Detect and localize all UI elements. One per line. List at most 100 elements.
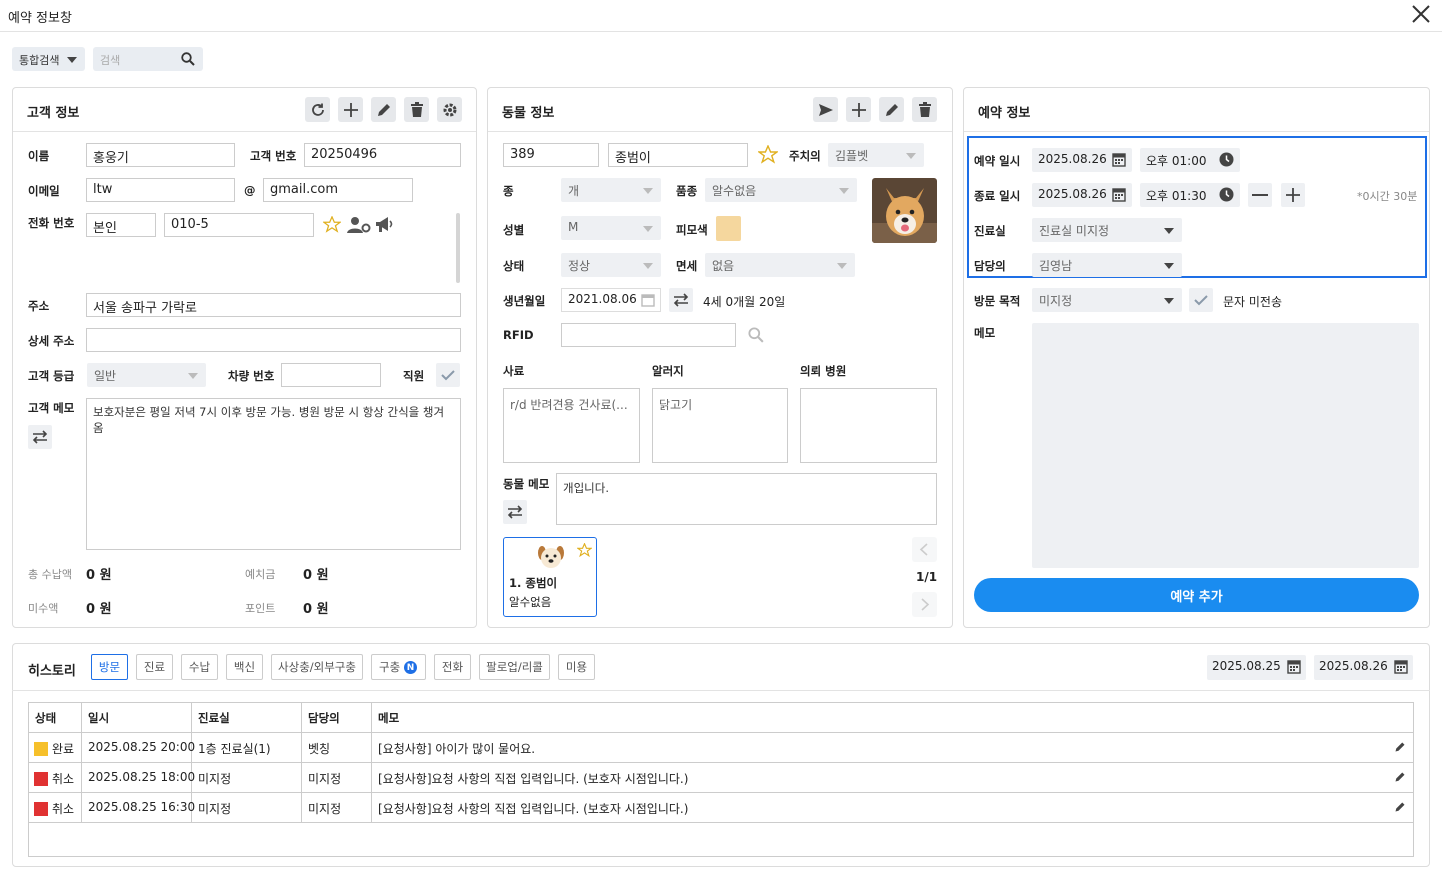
rfid-label: RFID <box>503 328 534 342</box>
detail-address-field[interactable] <box>86 328 461 352</box>
tab-heartworm[interactable]: 사상충/외부구충 <box>271 654 363 680</box>
tab-treatment[interactable]: 진료 <box>136 654 173 680</box>
start-time-field[interactable]: 오후 01:00 <box>1140 148 1240 172</box>
tab-followup[interactable]: 팔로업/리콜 <box>479 654 550 680</box>
calendar-icon[interactable] <box>1112 152 1126 167</box>
room-select[interactable]: 진료실 미지정 <box>1032 218 1182 242</box>
clock-icon[interactable] <box>1219 187 1234 202</box>
phone-list-scrollbar[interactable] <box>456 213 460 283</box>
points-label: 포인트 <box>245 602 276 615</box>
add-icon[interactable] <box>338 97 363 122</box>
clock-icon[interactable] <box>1219 152 1234 167</box>
edit-icon[interactable] <box>1394 771 1406 783</box>
status-cell: 완료 <box>29 733 82 762</box>
tab-phone[interactable]: 전화 <box>434 654 471 680</box>
dog-face-icon <box>538 546 564 568</box>
tab-vaccine[interactable]: 백신 <box>226 654 263 680</box>
car-number-label: 차량 번호 <box>228 369 275 383</box>
calendar-icon[interactable] <box>1112 187 1126 202</box>
tab-deworming[interactable]: 구충 N <box>371 654 426 680</box>
breed-value: 알수없음 <box>712 184 757 198</box>
table-row[interactable]: 취소 2025.08.25 16:30 미지정 미지정 [요청사항]요청 사항의… <box>29 793 1413 823</box>
edit-icon[interactable] <box>371 97 396 122</box>
card-next-button[interactable] <box>912 592 937 617</box>
reason-field[interactable]: r/d 반려견용 건사료(... <box>503 388 640 463</box>
customer-memo-field[interactable]: 보호자분은 평일 저녁 7시 이후 방문 가능. 병원 방문 시 항상 간식을 … <box>86 398 461 550</box>
decrease-duration-button[interactable] <box>1248 183 1272 207</box>
title-bar: 예약 정보창 <box>0 0 1442 32</box>
chart-number-field[interactable]: 389 <box>503 143 599 167</box>
card-prev-button[interactable] <box>912 537 937 562</box>
search-icon[interactable] <box>748 327 764 343</box>
email-user-field[interactable]: ltw <box>86 178 235 202</box>
doctor-select[interactable]: 김영남 <box>1032 253 1182 277</box>
reservation-memo-field[interactable] <box>1032 323 1419 568</box>
purpose-select[interactable]: 미지정 <box>1032 288 1182 312</box>
swap-icon[interactable] <box>28 425 52 449</box>
calendar-icon[interactable] <box>1287 659 1301 674</box>
history-date-to[interactable]: 2025.08.26 <box>1314 655 1413 680</box>
staff-checkbox[interactable] <box>436 363 460 387</box>
allergy-field[interactable]: 닭고기 <box>652 388 788 463</box>
name-field[interactable]: 홍웅기 <box>86 143 235 167</box>
neuter-select[interactable]: 없음 <box>705 253 855 277</box>
calendar-icon[interactable] <box>1394 659 1408 674</box>
star-icon[interactable] <box>577 543 592 558</box>
birth-field[interactable]: 2021.08.06 <box>561 288 661 312</box>
phone-label: 전화 번호 <box>28 216 75 230</box>
animal-card[interactable]: 1. 종범이 알수없음 <box>503 537 597 617</box>
calendar-icon[interactable] <box>641 293 655 307</box>
trash-icon[interactable] <box>912 97 937 122</box>
edit-icon[interactable] <box>1394 741 1406 753</box>
sms-checkbox[interactable] <box>1189 288 1213 312</box>
rfid-field[interactable] <box>561 323 736 347</box>
tab-grooming[interactable]: 미용 <box>558 654 595 680</box>
end-time-field[interactable]: 오후 01:30 <box>1140 183 1240 207</box>
refresh-icon[interactable] <box>305 97 330 122</box>
grade-select[interactable]: 일반 <box>87 363 206 387</box>
customer-number-field[interactable]: 20250496 <box>304 143 461 167</box>
animal-name-field[interactable]: 종범이 <box>608 143 748 167</box>
age-text: 4세 0개월 20일 <box>703 295 786 309</box>
trash-icon[interactable] <box>404 97 429 122</box>
search-scope-select[interactable]: 통합검색 <box>12 47 85 71</box>
datetime-cell: 2025.08.25 20:00 <box>82 733 195 762</box>
edit-icon[interactable] <box>879 97 904 122</box>
search-icon[interactable] <box>181 52 195 66</box>
phone-owner-field[interactable]: 본인 <box>86 213 156 237</box>
add-reservation-button[interactable]: 예약 추가 <box>974 578 1419 612</box>
edit-icon[interactable] <box>1394 801 1406 813</box>
phone-field[interactable]: 010-5 <box>164 213 314 237</box>
end-date-field[interactable]: 2025.08.26 <box>1032 183 1132 207</box>
tab-visit[interactable]: 방문 <box>91 654 128 680</box>
user-settings-icon[interactable] <box>347 216 371 234</box>
referral-field[interactable] <box>800 388 937 463</box>
close-icon[interactable] <box>1410 3 1436 27</box>
history-date-from[interactable]: 2025.08.25 <box>1207 655 1306 680</box>
add-icon[interactable] <box>846 97 871 122</box>
animal-photo[interactable] <box>872 178 937 243</box>
swap-icon[interactable] <box>503 500 527 524</box>
star-icon[interactable] <box>758 145 778 165</box>
species-select[interactable]: 개 <box>561 178 661 202</box>
star-icon[interactable] <box>323 216 341 234</box>
animal-memo-field[interactable]: 개입니다. <box>556 473 937 525</box>
table-row[interactable]: 완료 2025.08.25 20:00 1층 진료실(1) 벳칭 [요청사항] … <box>29 733 1413 763</box>
breed-select[interactable]: 알수없음 <box>705 178 857 202</box>
megaphone-icon[interactable] <box>375 216 395 234</box>
email-domain-field[interactable]: gmail.com <box>263 178 413 202</box>
search-input[interactable]: 검색 <box>93 47 203 71</box>
car-number-field[interactable] <box>281 363 381 387</box>
swap-icon[interactable] <box>669 288 693 312</box>
sex-select[interactable]: M <box>561 216 661 240</box>
main-doctor-select[interactable]: 김플벳 <box>828 143 924 167</box>
coat-color-swatch[interactable] <box>716 216 741 241</box>
address-field[interactable]: 서울 송파구 가락로 <box>86 293 461 317</box>
table-row[interactable]: 취소 2025.08.25 18:00 미지정 미지정 [요청사항]요청 사항의… <box>29 763 1413 793</box>
tab-payment[interactable]: 수납 <box>181 654 218 680</box>
increase-duration-button[interactable] <box>1281 183 1305 207</box>
start-date-field[interactable]: 2025.08.26 <box>1032 148 1132 172</box>
gear-icon[interactable] <box>437 97 462 122</box>
send-icon[interactable] <box>813 97 838 122</box>
status-select[interactable]: 정상 <box>561 253 661 277</box>
